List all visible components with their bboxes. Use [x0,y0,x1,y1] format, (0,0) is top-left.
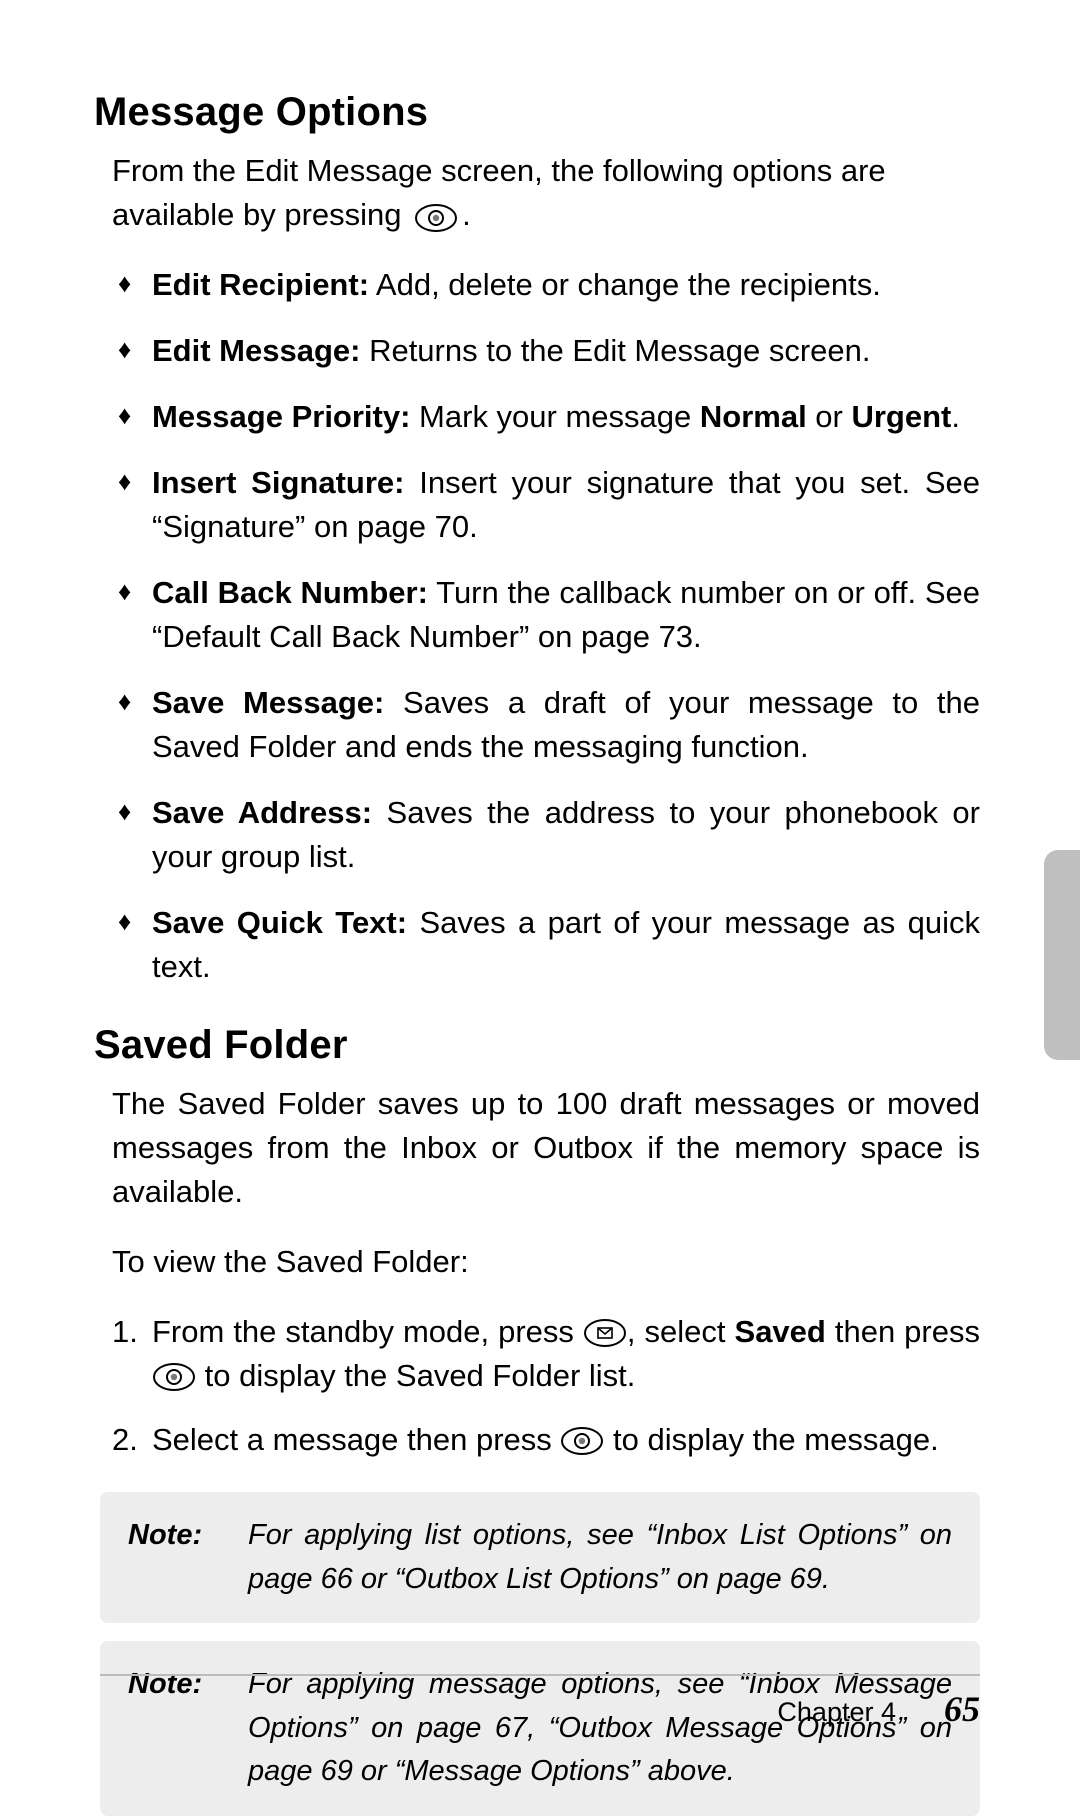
footer-rule [100,1674,980,1676]
note-label: Note: [128,1514,248,1601]
note-box: Note: For applying list options, see “In… [100,1492,980,1623]
ok-button-icon [152,1358,196,1393]
step-bold: Saved [735,1314,826,1349]
page-number: 65 [944,1688,980,1730]
list-item: Insert Signature: Insert your signature … [118,461,980,549]
step-text: Select a message then press [152,1422,560,1457]
option-bold: Urgent [851,399,951,434]
list-item: Save Quick Text: Saves a part of your me… [118,901,980,989]
list-item: Save Address: Saves the address to your … [118,791,980,879]
saved-folder-intro: The Saved Folder saves up to 100 draft m… [112,1082,980,1214]
list-item: Save Message: Saves a draft of your mess… [118,681,980,769]
ok-button-icon [560,1422,604,1457]
step-text: From the standby mode, press [152,1314,583,1349]
option-label: Message Priority: [152,399,410,434]
step-text: , select [627,1314,735,1349]
option-label: Save Address: [152,795,372,830]
list-item: Message Priority: Mark your message Norm… [118,395,980,439]
option-desc: Mark your message [410,399,699,434]
option-label: Save Quick Text: [152,905,407,940]
option-label: Edit Recipient: [152,267,369,302]
chapter-label: Chapter 4 [777,1697,896,1728]
intro-paragraph: From the Edit Message screen, the follow… [112,149,980,239]
list-item: Call Back Number: Turn the callback numb… [118,571,980,659]
steps-list: From the standby mode, press , select Sa… [112,1310,980,1462]
step-text: to display the message. [604,1422,938,1457]
section-heading-saved-folder: Saved Folder [94,1023,980,1068]
ok-button-icon [414,195,458,239]
step-text: then press [826,1314,980,1349]
saved-folder-lead: To view the Saved Folder: [112,1240,980,1284]
page-footer: Chapter 4 65 [100,1674,980,1730]
options-list: Edit Recipient: Add, delete or change th… [118,263,980,989]
list-item: Edit Recipient: Add, delete or change th… [118,263,980,307]
option-label: Save Message: [152,685,384,720]
option-desc: Add, delete or change the recipients. [369,267,881,302]
note-text: For applying list options, see “Inbox Li… [248,1514,952,1601]
option-label: Edit Message: [152,333,360,368]
list-item: Edit Message: Returns to the Edit Messag… [118,329,980,373]
option-bold: Normal [700,399,807,434]
option-label: Insert Signature: [152,465,404,500]
message-key-icon [583,1314,627,1349]
step-item: Select a message then press to display t… [112,1418,980,1462]
manual-page: Message Options From the Edit Message sc… [0,0,1080,1800]
intro-text-after: . [462,197,471,232]
step-item: From the standby mode, press , select Sa… [112,1310,980,1398]
option-label: Call Back Number: [152,575,428,610]
option-desc: Returns to the Edit Message screen. [360,333,870,368]
section-heading-message-options: Message Options [94,90,980,135]
page-thumb-tab [1044,850,1080,1060]
option-after: . [951,399,960,434]
step-text: to display the Saved Folder list. [196,1358,635,1393]
intro-text-before: From the Edit Message screen, the follow… [112,153,886,232]
option-mid: or [807,399,852,434]
